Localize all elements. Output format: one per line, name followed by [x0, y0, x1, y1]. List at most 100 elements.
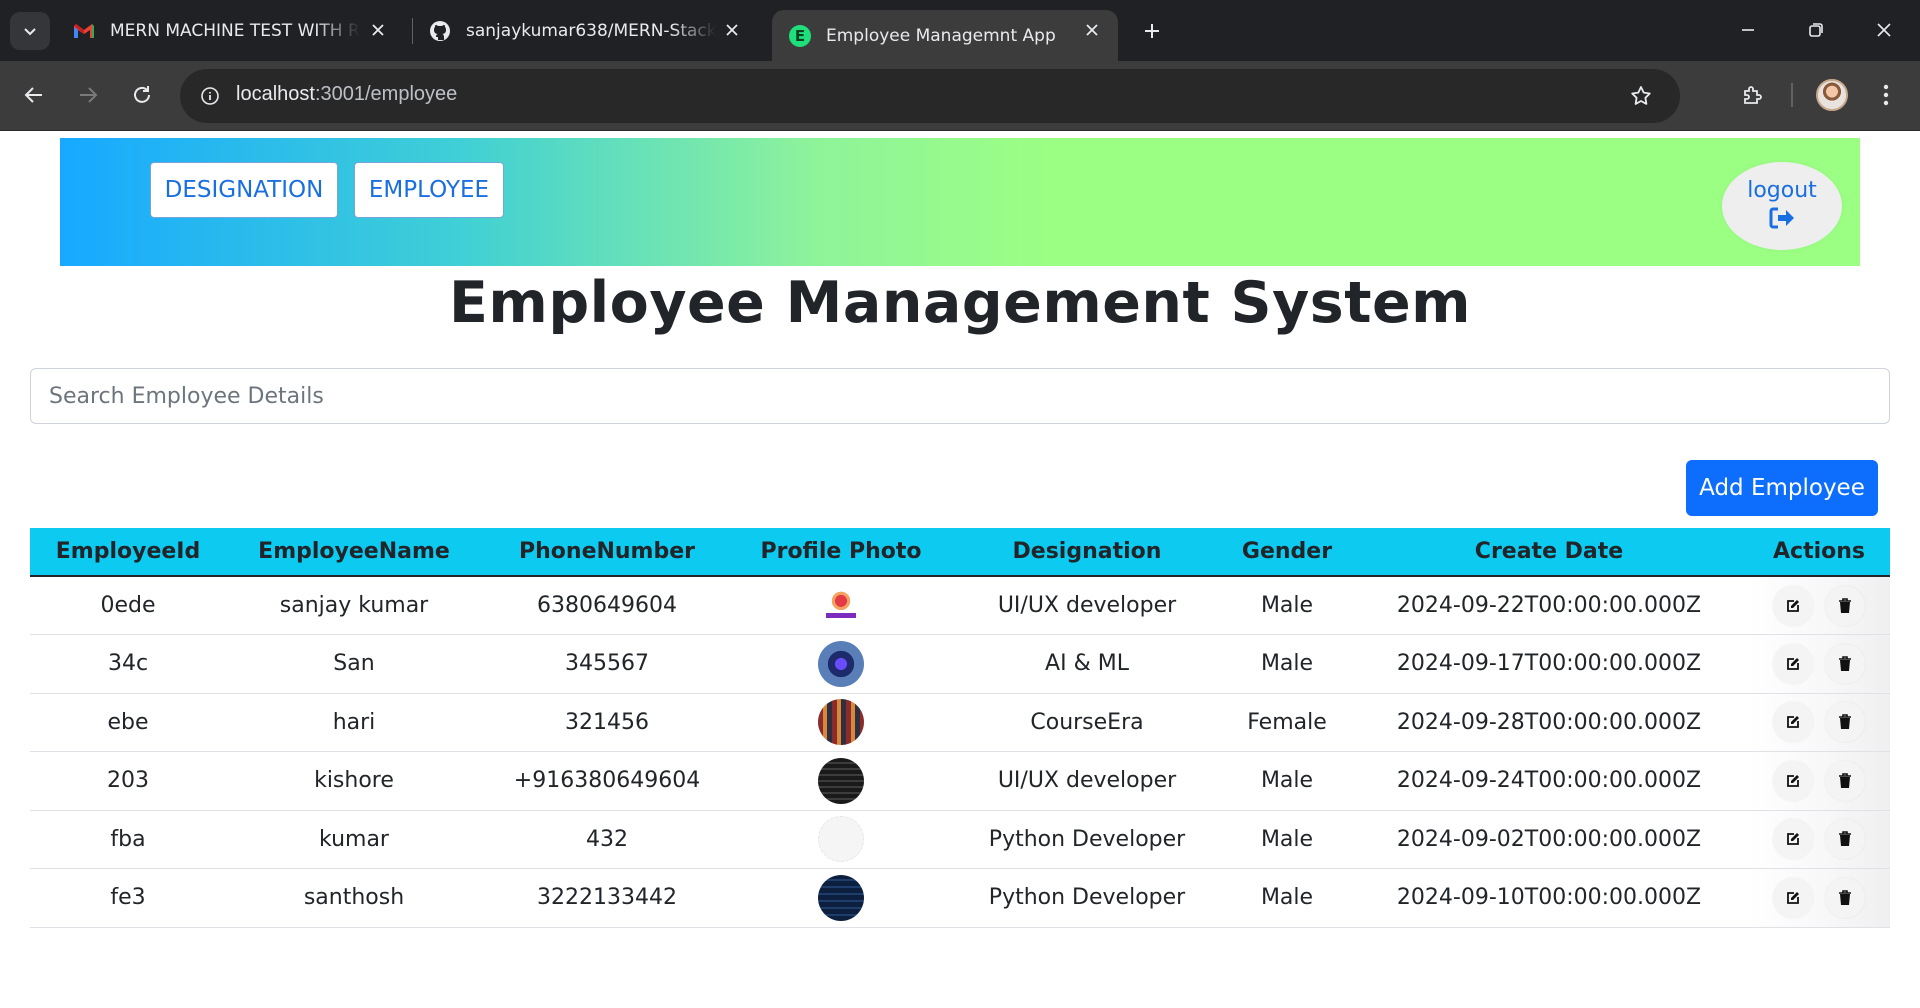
column-header: EmployeeName [226, 528, 482, 577]
table-row: 34c San 345567 AI & ML Male 2024-09-17T00:00:… [30, 634, 1890, 694]
close-icon[interactable] [720, 18, 744, 42]
tab-employee-app[interactable]: E Employee Managemnt App [772, 10, 1118, 61]
edit-icon[interactable] [1773, 877, 1813, 918]
edit-icon[interactable] [1773, 585, 1813, 626]
table-row: 203 kishore +916380649604 UI/UX developer Ma… [30, 751, 1890, 811]
column-header: Profile Photo [732, 528, 950, 577]
nav-designation-button[interactable]: DESIGNATION [150, 162, 338, 218]
column-header: EmployeeId [30, 528, 226, 577]
profile-photo [818, 640, 864, 687]
employee-table: EmployeeId EmployeeName PhoneNumber Prof… [30, 528, 1890, 928]
bookmark-star-icon[interactable] [1626, 81, 1656, 111]
gmail-icon [72, 19, 96, 43]
trash-icon[interactable] [1825, 819, 1865, 860]
phone-number-cell: +916380649604 [482, 751, 732, 811]
logout-label: logout [1747, 177, 1817, 203]
site-info-icon[interactable] [192, 78, 228, 114]
add-employee-button[interactable]: Add Employee [1686, 460, 1878, 516]
profile-photo [818, 874, 864, 921]
phone-number-cell: 321456 [482, 693, 732, 752]
employee-name-cell: hari [226, 693, 482, 752]
trash-icon[interactable] [1825, 760, 1865, 801]
create-date-cell: 2024-09-10T00:00:00.000Z [1350, 868, 1748, 928]
designation-cell: Python Developer [950, 868, 1224, 928]
close-window-button[interactable] [1862, 10, 1906, 50]
app-e-icon: E [788, 24, 812, 48]
gender-cell: Male [1224, 868, 1350, 928]
minimize-button[interactable] [1726, 10, 1770, 50]
actions-cell [1748, 751, 1890, 811]
edit-icon[interactable] [1773, 702, 1813, 743]
page-title: Employee Management System [449, 270, 1471, 336]
restore-button[interactable] [1794, 10, 1838, 50]
employee-id-cell: fe3 [30, 868, 226, 928]
column-header: Designation [950, 528, 1224, 577]
logout-button[interactable]: logout [1722, 162, 1842, 250]
more-menu-icon[interactable] [1868, 77, 1904, 113]
edit-icon[interactable] [1773, 760, 1813, 801]
edit-icon[interactable] [1773, 819, 1813, 860]
gender-cell: Male [1224, 810, 1350, 869]
browser-tab-strip: MERN MACHINE TEST WITH REACT sanjaykumar… [0, 0, 1920, 61]
close-icon[interactable] [1080, 18, 1104, 42]
forward-button[interactable] [70, 77, 106, 113]
profile-photo [818, 757, 864, 804]
nav-employee-button[interactable]: EMPLOYEE [354, 162, 504, 218]
trash-icon[interactable] [1825, 585, 1865, 626]
phone-number-cell: 345567 [482, 634, 732, 694]
profile-photo-cell [732, 810, 950, 869]
employee-name-cell: San [226, 634, 482, 694]
employee-id-cell: 34c [30, 634, 226, 694]
back-button[interactable] [16, 77, 52, 113]
employee-id-cell: 0ede [30, 576, 226, 635]
close-icon [1877, 23, 1891, 37]
designation-cell: AI & ML [950, 634, 1224, 694]
actions-cell [1748, 868, 1890, 928]
create-date-cell: 2024-09-28T00:00:00.000Z [1350, 693, 1748, 752]
trash-icon[interactable] [1825, 643, 1865, 684]
employee-name-cell: kumar [226, 810, 482, 869]
actions-cell [1748, 576, 1890, 635]
search-input[interactable] [30, 368, 1890, 424]
designation-cell: UI/UX developer [950, 576, 1224, 635]
gender-cell: Male [1224, 576, 1350, 635]
gender-cell: Female [1224, 693, 1350, 752]
address-bar[interactable]: localhost:3001/employee [180, 69, 1680, 123]
close-icon[interactable] [366, 18, 390, 42]
url-path: :3001/employee [314, 83, 458, 105]
arrow-right-icon [80, 87, 98, 103]
employee-name-cell: kishore [226, 751, 482, 811]
tab-gmail[interactable]: MERN MACHINE TEST WITH REACT [56, 10, 404, 51]
new-tab-button[interactable] [1136, 15, 1168, 47]
trash-icon[interactable] [1825, 702, 1865, 743]
tab-github[interactable]: sanjaykumar638/MERN-Stack-employee [412, 10, 758, 51]
profile-photo-cell [732, 868, 950, 928]
arrow-left-icon [24, 87, 42, 103]
extensions-icon[interactable] [1734, 77, 1770, 113]
reload-button[interactable] [124, 77, 160, 113]
tab-title: sanjaykumar638/MERN-Stack-employee [466, 20, 716, 41]
minimize-icon [1742, 29, 1754, 31]
tab-search-button[interactable] [10, 12, 50, 50]
employee-id-cell: ebe [30, 693, 226, 752]
url-text[interactable]: localhost:3001/employee [236, 83, 457, 106]
github-icon [428, 19, 452, 43]
employee-id-cell: fba [30, 810, 226, 869]
employee-name-cell: santhosh [226, 868, 482, 928]
url-host: localhost [236, 83, 315, 105]
column-header: Create Date [1350, 528, 1748, 577]
profile-photo [818, 816, 864, 863]
profile-avatar[interactable] [1816, 79, 1848, 111]
profile-photo-cell [732, 693, 950, 752]
trash-icon[interactable] [1825, 877, 1865, 918]
chevron-down-icon [24, 28, 36, 36]
edit-icon[interactable] [1773, 643, 1813, 684]
gender-cell: Male [1224, 634, 1350, 694]
profile-photo-cell [732, 751, 950, 811]
designation-cell: CourseEra [950, 693, 1224, 752]
actions-cell [1748, 634, 1890, 694]
reload-icon [134, 86, 150, 103]
tab-title: MERN MACHINE TEST WITH REACT [110, 20, 360, 41]
column-header: PhoneNumber [482, 528, 732, 577]
create-date-cell: 2024-09-24T00:00:00.000Z [1350, 751, 1748, 811]
